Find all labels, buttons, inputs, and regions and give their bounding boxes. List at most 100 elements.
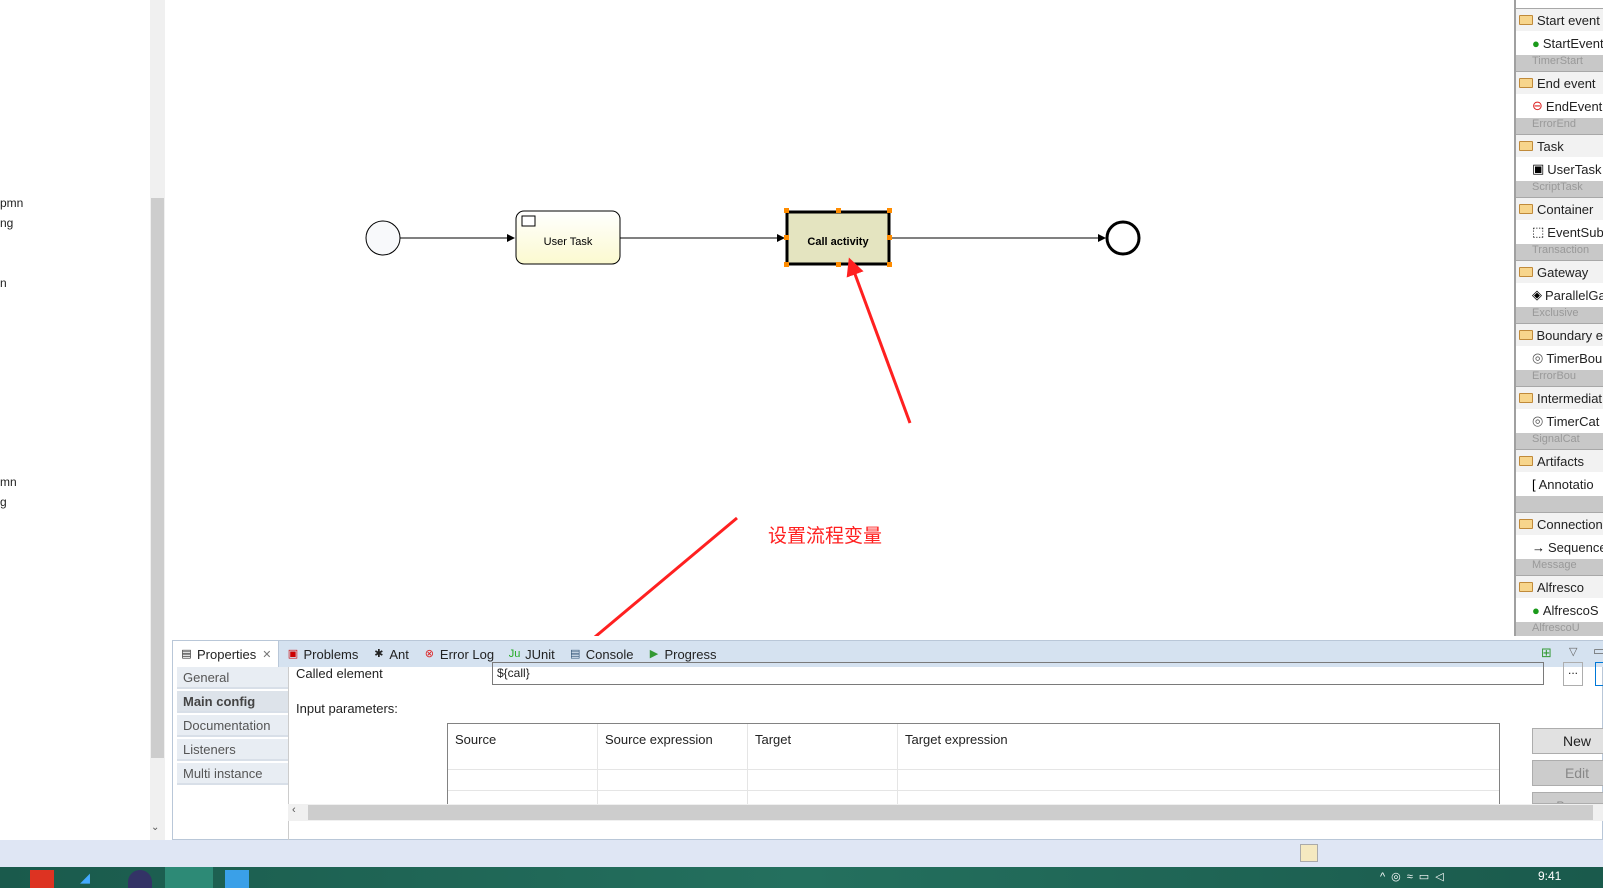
palette-group[interactable]: Alfresco ● AlfrescoS AlfrescoU (1516, 575, 1603, 636)
palette-group-header[interactable]: Gateway (1516, 261, 1603, 283)
horizontal-scrollbar[interactable]: ‹ (288, 804, 1603, 821)
palette-item[interactable]: ▣ UserTask (1516, 157, 1603, 181)
system-tray-icons[interactable]: ^◎≈▭◁ (1380, 870, 1450, 883)
palette-group-label: Connection (1537, 516, 1603, 532)
user-icon (521, 215, 536, 227)
folder-icon (1519, 141, 1533, 151)
explorer-item[interactable]: pmn (0, 196, 23, 210)
palette-more-item[interactable]: ErrorBou (1516, 370, 1603, 386)
called-element-input[interactable]: ${call} (492, 662, 1544, 685)
palette-more-item[interactable]: Transaction (1516, 244, 1603, 260)
explorer-scroll-thumb[interactable] (151, 198, 164, 758)
palette-more-item[interactable] (1516, 496, 1603, 512)
palette-more-item[interactable]: ScriptTask (1516, 181, 1603, 197)
view-menu-icon[interactable]: ▽ (1569, 645, 1577, 658)
column-header[interactable]: Source (455, 732, 496, 747)
palette-item-icon: ⬚ (1532, 224, 1545, 239)
palette-more-item[interactable]: TimerStart (1516, 55, 1603, 71)
tab-label: JUnit (525, 646, 555, 662)
palette-group[interactable]: Intermediat ◎ TimerCat SignalCat (1516, 386, 1603, 449)
remove-button[interactable]: Remove (1532, 792, 1603, 804)
palette-group[interactable]: Container ⬚ EventSub Transaction (1516, 197, 1603, 260)
palette-item[interactable]: ● StartEvent (1516, 31, 1603, 55)
youdao-app-icon[interactable] (30, 870, 54, 888)
tab-problems[interactable]: ▣ Problems (279, 641, 365, 667)
palette-group[interactable]: Artifacts [Annotatio (1516, 449, 1603, 512)
column-header[interactable]: Target expression (905, 732, 1008, 747)
folder-icon (1519, 330, 1533, 340)
section-general[interactable]: General (177, 667, 288, 689)
palette-group[interactable]: Start event ● StartEvent TimerStart (1516, 8, 1603, 71)
close-icon[interactable]: ✕ (262, 648, 271, 661)
folder-icon (1519, 78, 1533, 88)
palette-group-header[interactable]: Connection (1516, 513, 1603, 535)
explorer-item[interactable]: g (0, 495, 7, 509)
palette-item[interactable]: ◎ TimerBou (1516, 346, 1603, 370)
palette-group[interactable]: Gateway ◈ ParallelGa Exclusive (1516, 260, 1603, 323)
palette-more-item[interactable]: ErrorEnd (1516, 118, 1603, 134)
browse-button[interactable]: ... (1563, 662, 1583, 686)
tab-error-log[interactable]: ⊗ Error Log (416, 641, 501, 667)
section-listeners[interactable]: Listeners (177, 739, 288, 761)
scroll-left-icon[interactable]: ‹ (292, 804, 296, 816)
extra-button[interactable] (1595, 662, 1603, 686)
column-header[interactable]: Target (755, 732, 791, 747)
clock[interactable]: 9:41 (1538, 869, 1561, 883)
palette-group-header[interactable]: Task (1516, 135, 1603, 157)
section-documentation[interactable]: Documentation (177, 715, 288, 737)
palette-group-header[interactable]: Boundary e (1516, 324, 1603, 346)
call-activity[interactable]: Call activity (784, 208, 892, 267)
user-task-label: User Task (544, 236, 593, 248)
tab-properties[interactable]: ▤ Properties ✕ (173, 641, 280, 667)
input-parameters-table[interactable]: Source Source expression Target Target e… (447, 723, 1500, 805)
edit-button[interactable]: Edit (1532, 760, 1603, 786)
palette-group[interactable]: End event ⊖ EndEvent ErrorEnd (1516, 71, 1603, 134)
palette-group-header[interactable]: Start event (1516, 9, 1603, 31)
section-main-config[interactable]: Main config (177, 691, 288, 713)
eclipse-icon[interactable] (128, 870, 152, 888)
explorer-item[interactable]: n (0, 276, 7, 290)
palette-more-item[interactable]: AlfrescoU (1516, 622, 1603, 636)
palette-group[interactable]: Task ▣ UserTask ScriptTask (1516, 134, 1603, 197)
active-app-icon[interactable] (165, 867, 213, 888)
status-icon[interactable] (1300, 844, 1318, 862)
section-multi-instance[interactable]: Multi instance (177, 763, 288, 785)
palette-item[interactable]: ◈ ParallelGa (1516, 283, 1603, 307)
palette-group-header[interactable]: Alfresco (1516, 576, 1603, 598)
annotation-text: 设置流程变量 (768, 525, 882, 547)
palette-group[interactable]: Connection → Sequence Message (1516, 512, 1603, 575)
new-button[interactable]: New (1532, 728, 1603, 754)
palette-more-item[interactable]: Exclusive (1516, 307, 1603, 323)
palette-item[interactable]: [Annotatio (1516, 472, 1603, 496)
palette-item-label: EndEvent (1545, 98, 1603, 114)
palette-item[interactable]: ⊖ EndEvent (1516, 94, 1603, 118)
palette-item[interactable]: ◎ TimerCat (1516, 409, 1603, 433)
palette-group[interactable]: Boundary e ◎ TimerBou ErrorBou (1516, 323, 1603, 386)
app-icon[interactable] (225, 870, 249, 888)
palette-item[interactable]: ⬚ EventSub (1516, 220, 1603, 244)
explorer-item[interactable]: ng (0, 216, 13, 230)
palette-group-header[interactable]: Container (1516, 198, 1603, 220)
tab-ant[interactable]: ✱ Ant (365, 641, 416, 667)
palette-item[interactable]: ● AlfrescoS (1516, 598, 1603, 622)
palette-group-header[interactable]: Intermediat (1516, 387, 1603, 409)
bpmn-canvas[interactable]: User Task Call activity 设置流程变量 (172, 0, 1514, 685)
folder-icon (1519, 582, 1533, 592)
column-header[interactable]: Source expression (605, 732, 713, 747)
explorer-item[interactable]: mn (0, 475, 17, 489)
palette-item[interactable]: → Sequence (1516, 535, 1603, 559)
pin-icon[interactable]: ⊞ (1541, 645, 1552, 661)
app-icon[interactable]: ◢ (80, 870, 104, 888)
palette-item-label: Annotatio (1538, 476, 1594, 492)
scroll-thumb[interactable] (308, 805, 1593, 820)
palette-group-label: Alfresco (1537, 579, 1584, 595)
end-event[interactable] (1105, 220, 1141, 256)
minimize-icon[interactable]: ▭ (1593, 643, 1603, 659)
palette-more-item[interactable]: Message (1516, 559, 1603, 575)
user-task[interactable]: User Task (515, 210, 621, 265)
palette-group-header[interactable]: Artifacts (1516, 450, 1603, 472)
scroll-down-icon[interactable]: ⌄ (151, 822, 159, 833)
palette-more-item[interactable]: SignalCat (1516, 433, 1603, 449)
palette-group-header[interactable]: End event (1516, 72, 1603, 94)
start-event[interactable] (365, 220, 401, 256)
